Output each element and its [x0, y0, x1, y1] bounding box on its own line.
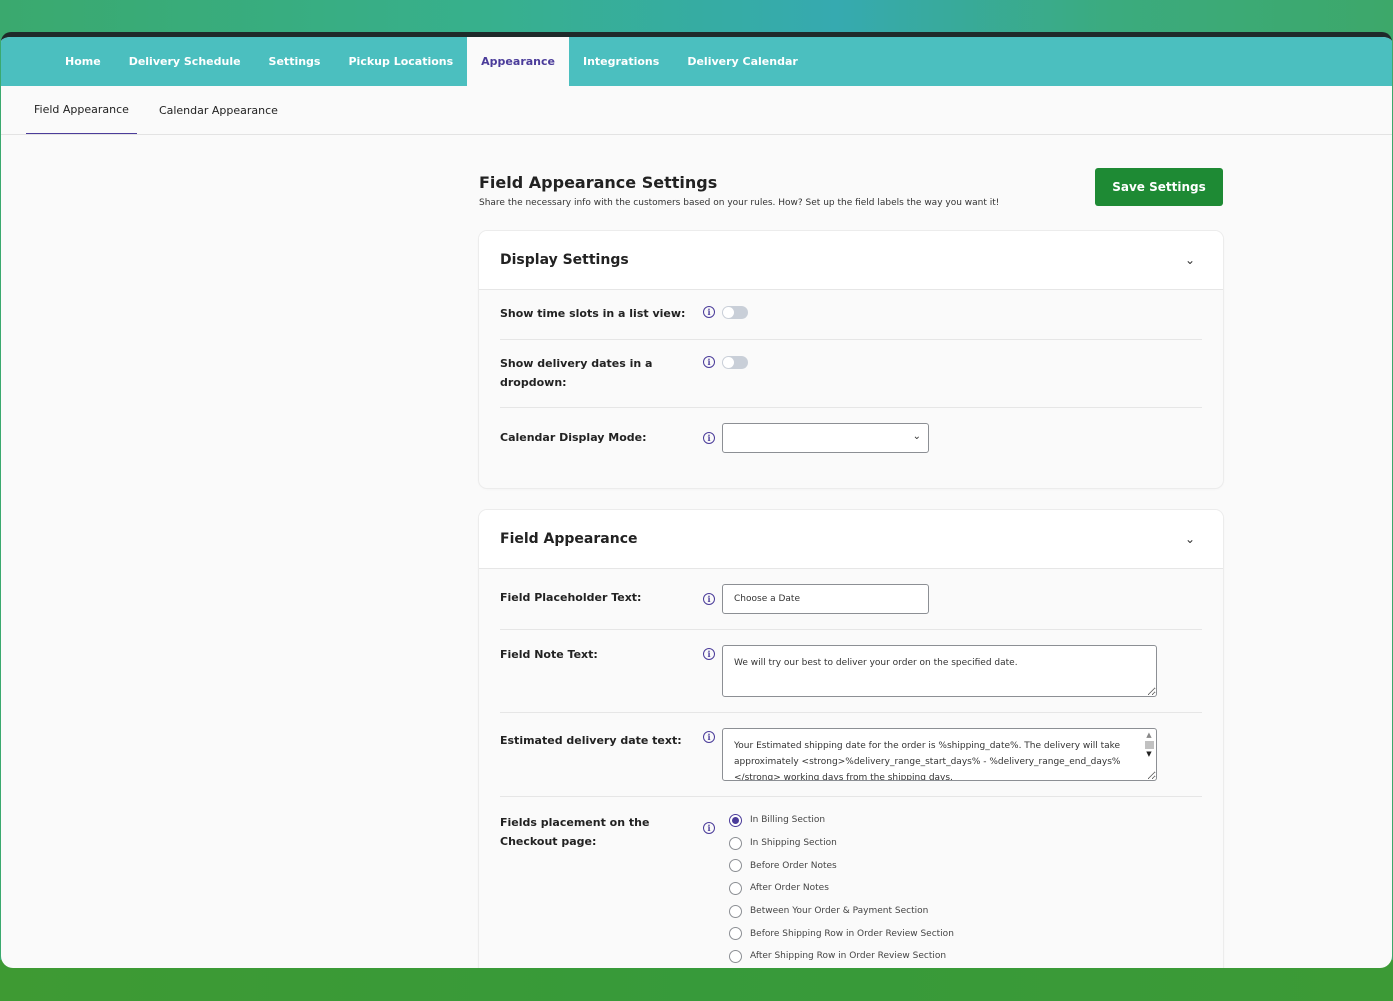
- tab-settings[interactable]: Settings: [255, 37, 335, 86]
- tab-home[interactable]: Home: [51, 37, 115, 86]
- sub-navigation: Field Appearance Calendar Appearance: [1, 86, 1392, 135]
- page-header: Field Appearance Settings Share the nece…: [479, 168, 1223, 208]
- estimated-text-wrapper: Your Estimated shipping date for the ord…: [722, 728, 1157, 785]
- radio-option[interactable]: Before Order Notes: [729, 854, 954, 877]
- radio-button[interactable]: [729, 949, 742, 963]
- radio-option[interactable]: In Billing Section: [729, 809, 954, 832]
- radio-button[interactable]: [729, 859, 742, 873]
- radio-option[interactable]: After Shipping Row in Order Review Secti…: [729, 945, 954, 968]
- chevron-down-icon: ⌄: [912, 431, 921, 442]
- setting-row: Calendar Display Mode: i ⌄: [500, 408, 1202, 488]
- setting-label: Fields placement on the Checkout page:: [500, 816, 650, 848]
- estimated-delivery-textarea[interactable]: Your Estimated shipping date for the ord…: [722, 728, 1157, 781]
- setting-label: Show delivery dates in a dropdown:: [500, 357, 653, 389]
- scroll-thumb[interactable]: [1144, 741, 1154, 749]
- setting-label: Estimated delivery date text:: [500, 734, 682, 747]
- setting-row: Show delivery dates in a dropdown: i: [500, 340, 1202, 408]
- setting-row: Estimated delivery date text: i Your Est…: [500, 713, 1202, 797]
- info-icon[interactable]: i: [703, 731, 715, 743]
- radio-label: Before Order Notes: [750, 860, 837, 871]
- chevron-down-icon[interactable]: ⌄: [1185, 532, 1195, 546]
- setting-row: Field Placeholder Text: i: [500, 569, 1202, 630]
- chevron-down-icon[interactable]: ⌄: [1185, 253, 1195, 267]
- setting-label: Calendar Display Mode:: [500, 431, 647, 444]
- info-icon[interactable]: i: [703, 648, 715, 660]
- radio-label: Between Your Order & Payment Section: [750, 906, 929, 917]
- radio-button[interactable]: [729, 927, 742, 941]
- tab-appearance[interactable]: Appearance: [467, 37, 569, 86]
- scroll-down-icon[interactable]: ▼: [1143, 750, 1155, 758]
- info-icon[interactable]: i: [703, 593, 715, 605]
- calendar-display-mode-select[interactable]: ⌄: [722, 423, 929, 453]
- tab-pickup-locations[interactable]: Pickup Locations: [334, 37, 467, 86]
- tab-delivery-schedule[interactable]: Delivery Schedule: [115, 37, 255, 86]
- subtab-field-appearance[interactable]: Field Appearance: [26, 86, 137, 134]
- display-settings-header[interactable]: Display Settings ⌄: [479, 231, 1223, 290]
- top-navigation: Home Delivery Schedule Settings Pickup L…: [1, 37, 1392, 86]
- radio-option[interactable]: In Shipping Section: [729, 832, 954, 855]
- radio-option[interactable]: Between Your Order & Payment Section: [729, 900, 954, 923]
- panel-title: Field Appearance: [500, 531, 638, 547]
- setting-row: Field Note Text: i We will try our best …: [500, 630, 1202, 713]
- info-icon[interactable]: i: [703, 822, 715, 834]
- setting-label: Field Placeholder Text:: [500, 591, 642, 604]
- subtab-calendar-appearance[interactable]: Calendar Appearance: [151, 86, 286, 134]
- radio-button[interactable]: [729, 881, 742, 895]
- radio-label: Before Shipping Row in Order Review Sect…: [750, 928, 954, 939]
- panel-title: Display Settings: [500, 252, 629, 268]
- setting-row: Fields placement on the Checkout page: i…: [500, 797, 1202, 968]
- setting-row: Show time slots in a list view: i: [500, 290, 1202, 340]
- radio-label: After Shipping Row in Order Review Secti…: [750, 951, 947, 962]
- save-settings-button[interactable]: Save Settings: [1095, 168, 1223, 206]
- radio-button[interactable]: [729, 836, 742, 850]
- field-appearance-panel: Field Appearance ⌄ Field Placeholder Tex…: [479, 510, 1223, 968]
- time-slots-list-toggle[interactable]: [722, 306, 748, 319]
- scroll-up-icon[interactable]: ▲: [1143, 731, 1155, 739]
- radio-label: In Billing Section: [750, 815, 826, 826]
- info-icon[interactable]: i: [703, 356, 715, 368]
- app-window: Home Delivery Schedule Settings Pickup L…: [1, 32, 1392, 968]
- radio-button[interactable]: [729, 813, 742, 827]
- radio-label: In Shipping Section: [750, 838, 837, 849]
- info-icon[interactable]: i: [703, 432, 715, 444]
- field-appearance-header[interactable]: Field Appearance ⌄: [479, 510, 1223, 569]
- textarea-scrollbar[interactable]: ▲ ▼: [1143, 731, 1155, 777]
- setting-label: Field Note Text:: [500, 648, 598, 661]
- field-note-textarea[interactable]: We will try our best to deliver your ord…: [722, 645, 1157, 697]
- display-settings-panel: Display Settings ⌄ Show time slots in a …: [479, 231, 1223, 488]
- page-subtitle: Share the necessary info with the custom…: [479, 198, 1000, 208]
- radio-option[interactable]: Before Shipping Row in Order Review Sect…: [729, 922, 954, 945]
- tab-delivery-calendar[interactable]: Delivery Calendar: [673, 37, 811, 86]
- field-placeholder-input[interactable]: [722, 584, 929, 614]
- tab-integrations[interactable]: Integrations: [569, 37, 673, 86]
- radio-label: After Order Notes: [750, 883, 829, 894]
- main-content: Field Appearance Settings Share the nece…: [479, 168, 1223, 968]
- info-icon[interactable]: i: [703, 306, 715, 318]
- delivery-dates-dropdown-toggle[interactable]: [722, 356, 748, 369]
- radio-option[interactable]: After Order Notes: [729, 877, 954, 900]
- page-title: Field Appearance Settings: [479, 173, 718, 192]
- placement-radio-group: In Billing Section In Shipping Section B…: [729, 809, 954, 968]
- setting-label: Show time slots in a list view:: [500, 307, 686, 320]
- radio-button[interactable]: [729, 904, 742, 918]
